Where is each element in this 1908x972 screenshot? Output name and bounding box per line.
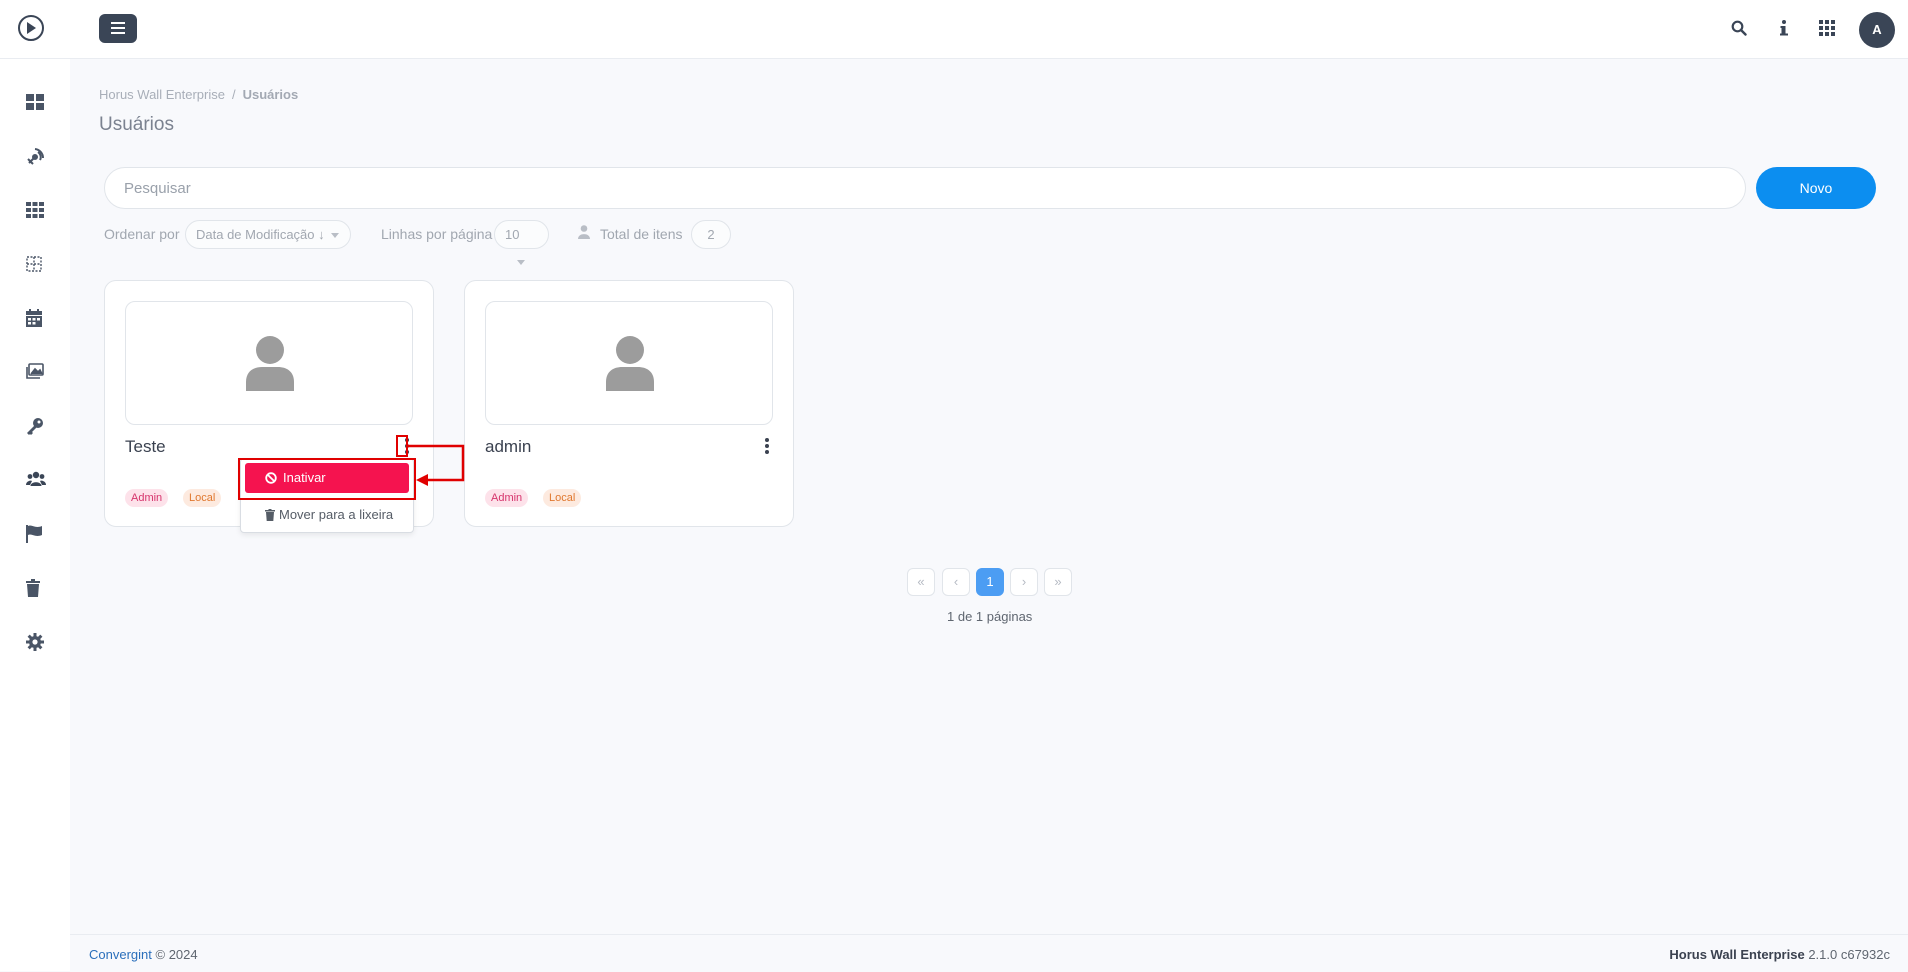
user-photo-placeholder <box>485 301 773 425</box>
play-circle-icon[interactable] <box>18 15 44 41</box>
admin-badge: Admin <box>125 489 169 507</box>
admin-badge: Admin <box>485 489 529 507</box>
users-icon[interactable] <box>26 471 46 491</box>
user-avatar-icon <box>606 336 654 391</box>
breadcrumb: Horus Wall Enterprise / Usuários <box>99 87 298 102</box>
footer: Convergint © 2024 Horus Wall Enterprise … <box>70 934 1908 972</box>
inactivate-label: Inativar <box>283 470 326 485</box>
version-text: 2.1.0 c67932c <box>1808 947 1890 962</box>
copyright-text: © 2024 <box>155 947 198 962</box>
breadcrumb-separator: / <box>231 87 236 102</box>
footer-copyright: Convergint © 2024 <box>89 947 198 962</box>
trash-icon <box>265 509 275 521</box>
user-context-menu: Inativar Mover para a lixeira <box>240 458 414 533</box>
pagination-info: 1 de 1 páginas <box>947 609 1033 624</box>
trash-icon[interactable] <box>26 579 46 599</box>
pagination-page-1[interactable]: 1 <box>976 568 1004 596</box>
rows-per-page-value: 10 <box>505 227 520 242</box>
order-select[interactable]: Data de Modificação ↓ <box>185 220 351 249</box>
page-title: Usuários <box>99 114 174 135</box>
pagination-next[interactable]: › <box>1010 568 1038 596</box>
breadcrumb-root[interactable]: Horus Wall Enterprise <box>99 87 225 102</box>
user-icon <box>578 225 590 242</box>
rows-per-page-label: Linhas por página <box>381 226 493 242</box>
calendar-icon[interactable] <box>26 309 46 329</box>
new-user-button[interactable]: Novo <box>1756 167 1876 209</box>
local-badge: Local <box>183 489 222 507</box>
inactivate-menu-item[interactable]: Inativar <box>245 463 409 493</box>
user-photo-placeholder <box>125 301 413 425</box>
total-items-value: 2 <box>691 220 731 249</box>
order-label: Ordenar por <box>104 226 180 242</box>
user-name: admin <box>485 437 532 456</box>
info-icon[interactable] <box>1779 20 1799 40</box>
caret-down-icon <box>517 260 525 266</box>
user-name: Teste <box>125 437 166 456</box>
breadcrumb-current: Usuários <box>242 87 299 102</box>
gear-icon[interactable] <box>26 633 46 653</box>
top-bar: A <box>0 0 1908 59</box>
flag-icon[interactable] <box>26 525 46 545</box>
avatar[interactable]: A <box>1859 12 1895 48</box>
broadcast-icon[interactable] <box>26 148 46 168</box>
layout-icon[interactable] <box>26 256 46 276</box>
search-icon[interactable] <box>1731 20 1751 40</box>
apps-grid-icon[interactable] <box>1819 20 1839 40</box>
user-card-admin[interactable]: admin Admin Local <box>464 280 794 527</box>
dashboard-icon[interactable] <box>26 94 46 114</box>
ban-icon <box>265 472 277 484</box>
local-badge: Local <box>543 489 582 507</box>
search-input[interactable] <box>104 167 1746 209</box>
key-icon[interactable] <box>26 417 46 437</box>
pagination-last[interactable]: » <box>1044 568 1072 596</box>
product-name: Horus Wall Enterprise <box>1669 947 1805 962</box>
move-to-trash-menu-item[interactable]: Mover para a lixeira <box>241 503 413 527</box>
more-options-icon[interactable] <box>761 436 773 458</box>
caret-down-icon <box>330 233 339 239</box>
images-icon[interactable] <box>26 363 46 383</box>
footer-version: Horus Wall Enterprise 2.1.0 c67932c <box>1669 947 1890 962</box>
grid-icon[interactable] <box>26 202 46 222</box>
move-to-trash-label: Mover para a lixeira <box>279 507 394 522</box>
pagination-first[interactable]: « <box>907 568 935 596</box>
more-options-icon[interactable] <box>401 436 413 458</box>
total-items-label: Total de itens <box>600 226 683 242</box>
order-value: Data de Modificação ↓ <box>196 227 325 242</box>
hamburger-icon <box>111 22 125 34</box>
company-link[interactable]: Convergint <box>89 947 152 962</box>
rows-per-page-select[interactable]: 10 <box>494 220 549 266</box>
user-avatar-icon <box>246 336 294 391</box>
menu-toggle-button[interactable] <box>99 14 137 43</box>
pagination-prev[interactable]: ‹ <box>942 568 970 596</box>
sidebar <box>0 59 70 971</box>
